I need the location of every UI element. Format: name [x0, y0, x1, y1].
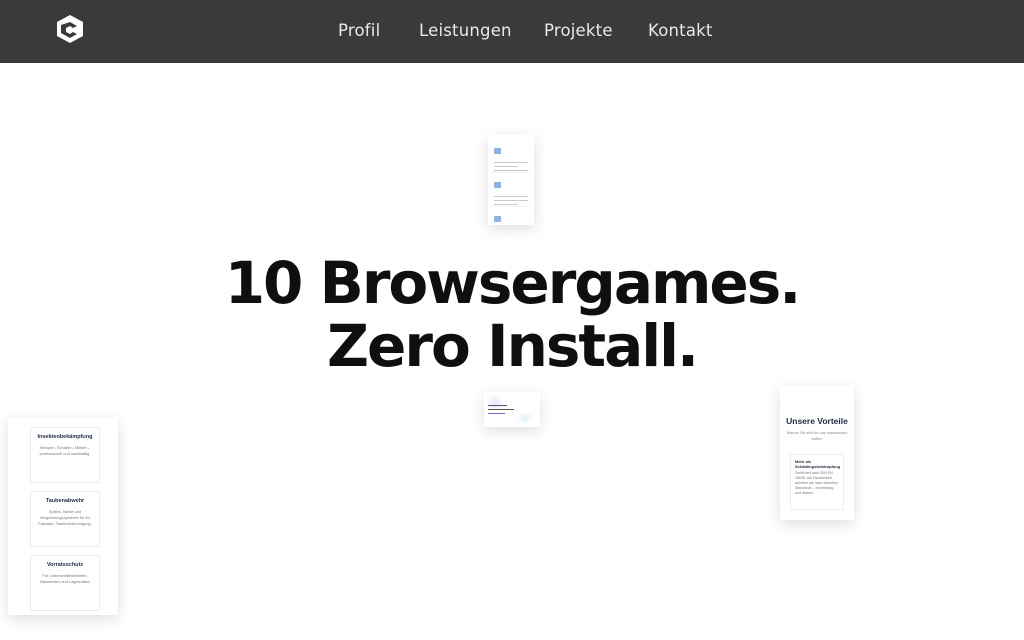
nav-link-leistungen[interactable]: Leistungen — [419, 21, 512, 40]
project-thumbnail-services[interactable]: Insektenbekämpfung Wespen, Schaben, Milb… — [8, 418, 118, 615]
service-text: Spikes, Netze und Vergrämungssysteme für… — [38, 509, 92, 526]
thumbnail-icon — [494, 148, 501, 154]
project-thumbnail-center[interactable] — [484, 392, 540, 427]
thumbnail-list-item — [491, 207, 531, 225]
service-card: Insektenbekämpfung Wespen, Schaben, Milb… — [30, 427, 100, 483]
advantages-subtitle: Warum Sie sich für uns entscheiden sollt… — [786, 431, 848, 441]
project-thumbnail-top[interactable] — [488, 135, 534, 225]
advantage-box-title: Mehr als Schädlingsbekämpfung — [795, 459, 841, 469]
hero-line-2: Zero Install. — [326, 312, 699, 380]
thumbnail-icon — [494, 182, 501, 188]
advantage-box-text: Zertifiziert nach DIN EN 16636. Als Fach… — [795, 471, 838, 495]
hero-heading: 10 Browsergames. Zero Install. — [0, 252, 1024, 378]
thumbnail-list-item — [491, 139, 531, 173]
nav-link-kontakt[interactable]: Kontakt — [648, 21, 713, 40]
top-navigation-bar: Profil Leistungen Projekte Kontakt — [0, 0, 1024, 63]
project-thumbnail-advantages[interactable]: Unsere Vorteile Warum Sie sich für uns e… — [780, 386, 854, 520]
nav-link-projekte[interactable]: Projekte — [544, 21, 613, 40]
thumbnail-icon — [494, 216, 501, 222]
page-title: 10 Browsergames. Zero Install. — [0, 252, 1024, 378]
service-card: Taubenabwehr Spikes, Netze und Vergrämun… — [30, 491, 100, 547]
service-title: Insektenbekämpfung — [37, 434, 93, 440]
hero-line-1: 10 Browsergames. — [224, 249, 802, 317]
main-nav: Profil Leistungen Projekte Kontakt — [0, 0, 1024, 63]
advantage-box: Mehr als Schädlingsbekämpfung Zertifizie… — [790, 454, 844, 510]
service-title: Taubenabwehr — [45, 498, 85, 504]
service-text: Wespen, Schaben, Milben – professionell … — [39, 445, 91, 456]
nav-link-profil[interactable]: Profil — [338, 21, 380, 40]
thumbnail-list-item — [491, 173, 531, 207]
service-title: Vorratsschutz — [46, 562, 84, 568]
service-text: Für Lebensmittelbetriebe, Bäckereien und… — [40, 573, 90, 584]
service-card: Vorratsschutz Für Lebensmittelbetriebe, … — [30, 555, 100, 611]
advantages-title: Unsere Vorteile — [786, 416, 848, 426]
